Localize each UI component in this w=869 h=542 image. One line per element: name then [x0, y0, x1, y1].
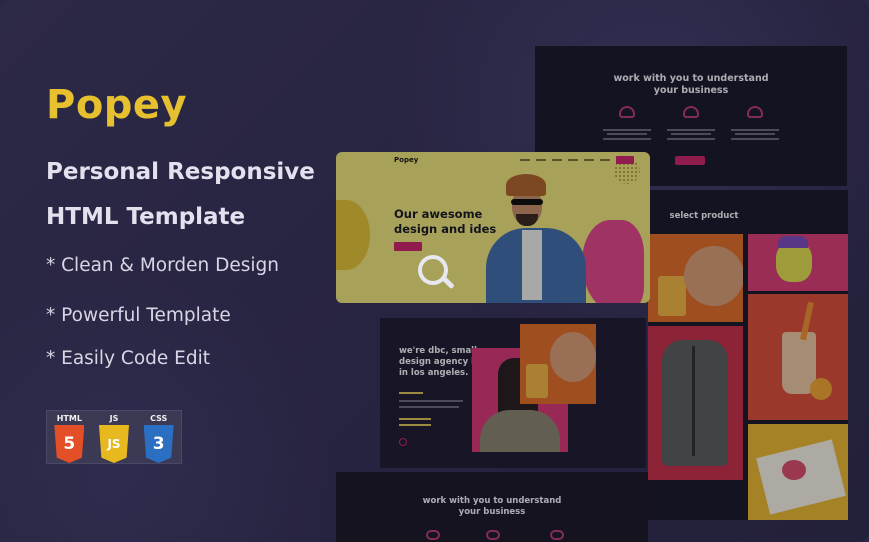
hero-person-photo [486, 174, 606, 303]
services-heading-line-2: your business [653, 85, 729, 96]
html5-icon: 5 [54, 425, 85, 463]
services-heading: work with you to understand your busines… [535, 73, 847, 97]
product-panel: select product [648, 190, 848, 520]
tech-badges: HTML 5 JS JS CSS 3 [46, 410, 182, 464]
services-button[interactable] [675, 156, 705, 165]
bottom-heading-line-2: your business [458, 507, 526, 517]
feature-item: * Clean & Morden Design [46, 255, 279, 276]
product-photo-jacket [648, 326, 743, 480]
service-item [661, 106, 721, 140]
badge-html: HTML 5 [47, 411, 92, 463]
nav-link[interactable] [552, 159, 562, 161]
bottom-services-panel: work with you to understand your busines… [336, 472, 648, 542]
nav-link[interactable] [568, 159, 578, 161]
badge-label: CSS [150, 414, 168, 423]
services-heading-line-1: work with you to understand [613, 73, 769, 84]
js-icon: JS [99, 425, 129, 463]
nav-cta-button[interactable] [616, 156, 634, 164]
service-icon [550, 530, 564, 540]
play-icon[interactable] [399, 438, 407, 446]
product-photo-book [748, 424, 848, 520]
about-photo-drink [520, 324, 596, 404]
hero-cta-button[interactable] [394, 242, 422, 251]
about-panel: we're dbc, small design agency based in … [380, 318, 646, 468]
service-icon [486, 530, 500, 540]
badge-label: HTML [56, 414, 82, 423]
hero-heading-line-1: Our awesome [394, 207, 483, 221]
product-photo-drink [648, 234, 743, 322]
nav-link[interactable] [536, 159, 546, 161]
subtitle-line-1: Personal Responsive [46, 159, 315, 185]
brand-title: Popey [46, 82, 188, 128]
css3-icon: 3 [143, 425, 174, 463]
subtitle-line-2: HTML Template [46, 204, 246, 230]
hero-preview: Popey Our awesome design and ides [336, 152, 650, 303]
service-item [597, 106, 657, 140]
badge-label: JS [109, 414, 119, 423]
bottom-heading: work with you to understand your busines… [336, 496, 648, 518]
feature-item: * Easily Code Edit [46, 348, 210, 369]
subtitle: Personal Responsive HTML Template [46, 150, 315, 240]
badge-css: CSS 3 [136, 411, 181, 463]
product-photo-bubble-tea [748, 294, 848, 420]
service-item [725, 106, 785, 140]
nav-link[interactable] [520, 159, 530, 161]
nav-link[interactable] [600, 159, 610, 161]
badge-js: JS JS [92, 411, 137, 463]
product-photo-toy [748, 234, 848, 291]
service-icon [426, 530, 440, 540]
hero-blob-yellow [336, 200, 370, 270]
service-icon [747, 106, 763, 118]
bottom-heading-line-1: work with you to understand [422, 496, 562, 506]
hero-nav [520, 156, 634, 164]
feature-item: * Powerful Template [46, 305, 231, 326]
hero-logo: Popey [394, 156, 419, 164]
service-icon [619, 106, 635, 118]
nav-link[interactable] [584, 159, 594, 161]
hero-heading-line-2: design and ides [394, 222, 497, 236]
service-icon [683, 106, 699, 118]
hero-heading: Our awesome design and ides [394, 207, 496, 237]
